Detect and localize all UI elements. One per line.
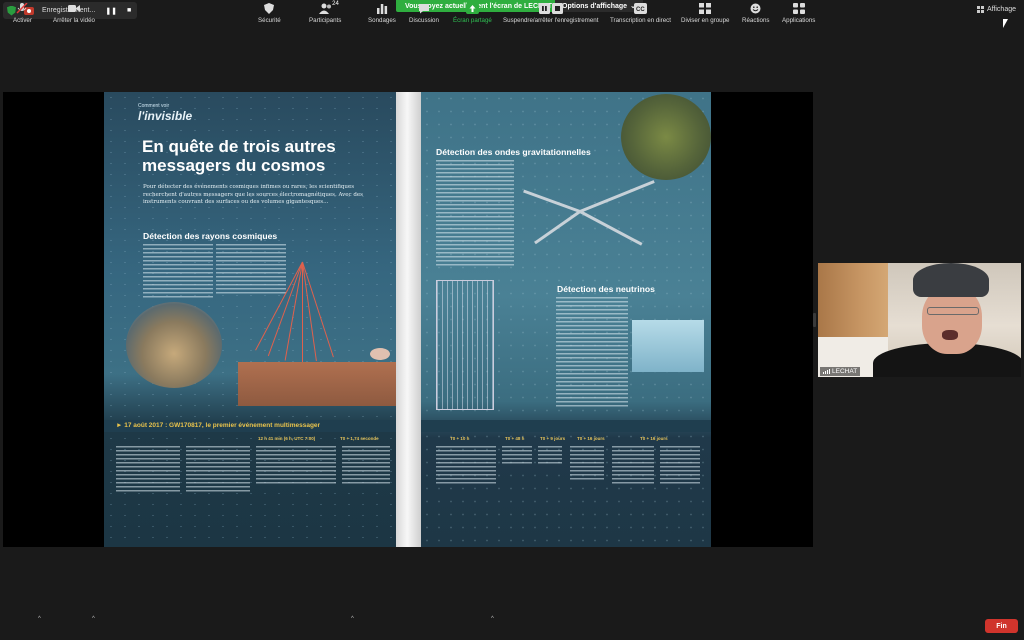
neutrino-detector-diagram <box>436 280 494 410</box>
brand-big: l'invisible <box>138 109 193 123</box>
share-options-chevron[interactable]: ^ <box>491 616 494 622</box>
record-controls-icon <box>538 3 563 14</box>
section-cosmic-rays-heading: Détection des rayons cosmiques <box>143 231 278 241</box>
recording-controls-button[interactable]: Suspendre/arrêter l'enregistrement <box>503 3 598 24</box>
article-text-block <box>556 297 628 407</box>
magazine-spine <box>396 92 421 547</box>
reactions-label: Réactions <box>742 17 770 24</box>
stop-recording-button[interactable]: ■ <box>127 7 131 14</box>
grid-view-icon <box>976 6 984 13</box>
end-meeting-button[interactable]: Fin <box>985 619 1018 633</box>
participant-cap <box>913 263 989 297</box>
participant-video-tile[interactable]: LECHAT <box>818 263 1021 377</box>
section-neutrinos-heading: Détection des neutrinos <box>557 284 655 294</box>
security-button[interactable]: Sécurité <box>258 3 281 24</box>
panel-resize-handle[interactable] <box>813 313 816 327</box>
article-text-block <box>436 446 496 486</box>
event-banner <box>421 420 711 432</box>
breakout-rooms-button[interactable]: Diviser en groupe <box>681 3 730 24</box>
reaction-icon <box>750 3 762 14</box>
article-text-block <box>660 446 700 486</box>
ligo-aerial-photo <box>621 94 711 180</box>
pause-recording-button[interactable]: ❚❚ <box>105 7 117 15</box>
live-transcript-button[interactable]: CC Transcription en direct <box>610 3 671 24</box>
observatory-photo <box>126 302 222 388</box>
breakout-icon <box>699 3 712 14</box>
participant-name-tag: LECHAT <box>820 367 861 376</box>
article-text-block <box>186 446 250 494</box>
security-label: Sécurité <box>258 17 281 24</box>
timeline-label: 12 h 41 min (6 h, UTC 7:00) <box>258 436 316 441</box>
share-screen-label: Écran partagé <box>453 17 492 24</box>
chat-icon <box>418 3 430 14</box>
telescope-dome-icon <box>370 348 390 360</box>
article-text-block <box>502 446 532 466</box>
article-text-block <box>612 446 654 486</box>
neutrino-lab-photo <box>632 320 704 372</box>
magazine-brand: Comment voir l'invisible <box>138 103 192 123</box>
microphone-muted-icon <box>16 2 28 14</box>
timeline-label: T0 + 1,74 seconde <box>340 436 379 441</box>
recording-controls-label: Suspendre/arrêter l'enregistrement <box>503 17 599 24</box>
apps-label: Applications <box>782 17 816 24</box>
live-transcript-label: Transcription en direct <box>610 17 671 24</box>
apps-button[interactable]: Applications <box>782 3 815 24</box>
participants-options-chevron[interactable]: ^ <box>351 616 354 622</box>
participants-label: Participants <box>309 17 342 24</box>
article-title: En quête de trois autres messagers du co… <box>142 137 336 175</box>
apps-icon <box>792 3 805 14</box>
meeting-toolbar <box>0 612 1024 640</box>
cosmic-ray-shower-diagram <box>255 261 342 362</box>
article-text-block <box>116 446 180 494</box>
chat-button[interactable]: Discussion <box>409 3 439 24</box>
article-text-block <box>570 446 604 482</box>
article-intro: Pour détecter des événements cosmiques i… <box>143 184 363 205</box>
video-options-chevron[interactable]: ^ <box>92 616 95 622</box>
chat-label: Discussion <box>409 17 439 24</box>
timeline-label: T0 + 10 h <box>450 436 470 441</box>
reactions-button[interactable]: Réactions <box>742 3 770 24</box>
unmute-label: Activer <box>13 17 32 24</box>
svg-text:CC: CC <box>636 7 645 13</box>
timeline-label: T0 + 16 jours <box>640 436 668 441</box>
participant-name: LECHAT <box>832 368 858 375</box>
timeline-label: T0 + 9 jours <box>540 436 566 441</box>
unmute-button[interactable]: Activer <box>13 2 32 24</box>
signal-strength-icon <box>823 369 830 374</box>
ground-detector-diagram <box>238 362 396 406</box>
stop-video-label: Arrêter la vidéo <box>53 17 95 24</box>
article-text-block <box>436 160 514 268</box>
share-screen-icon <box>466 3 480 14</box>
view-toggle-label: Affichage <box>986 6 1016 13</box>
timeline-label: T0 + 16 jours <box>577 436 605 441</box>
mouse-cursor-icon <box>1003 19 1008 28</box>
polls-label: Sondages <box>368 17 396 24</box>
audio-options-chevron[interactable]: ^ <box>38 616 41 622</box>
event-title: ► 17 août 2017 : GW170817, le premier év… <box>116 422 321 429</box>
article-text-block <box>538 446 562 466</box>
shield-icon <box>263 3 275 14</box>
participants-button[interactable]: 24 Participants <box>309 1 342 24</box>
cc-icon: CC <box>634 3 648 14</box>
polls-button[interactable]: Sondages <box>368 3 396 24</box>
article-text-block <box>143 244 213 300</box>
view-toggle-button[interactable]: Affichage <box>976 6 1016 13</box>
section-gravitational-waves-heading: Détection des ondes gravitationnelles <box>436 147 591 157</box>
video-camera-icon <box>67 3 80 14</box>
timeline-label: T0 + 48 h <box>505 436 525 441</box>
article-text-block <box>342 446 390 486</box>
stop-video-button[interactable]: Arrêter la vidéo <box>53 3 95 24</box>
poll-icon <box>376 3 388 14</box>
share-screen-button[interactable]: Écran partagé <box>453 3 492 24</box>
participants-icon: 24 <box>319 1 339 14</box>
breakout-rooms-label: Diviser en groupe <box>681 17 730 24</box>
participant-count: 24 <box>332 1 339 7</box>
article-text-block <box>256 446 336 486</box>
